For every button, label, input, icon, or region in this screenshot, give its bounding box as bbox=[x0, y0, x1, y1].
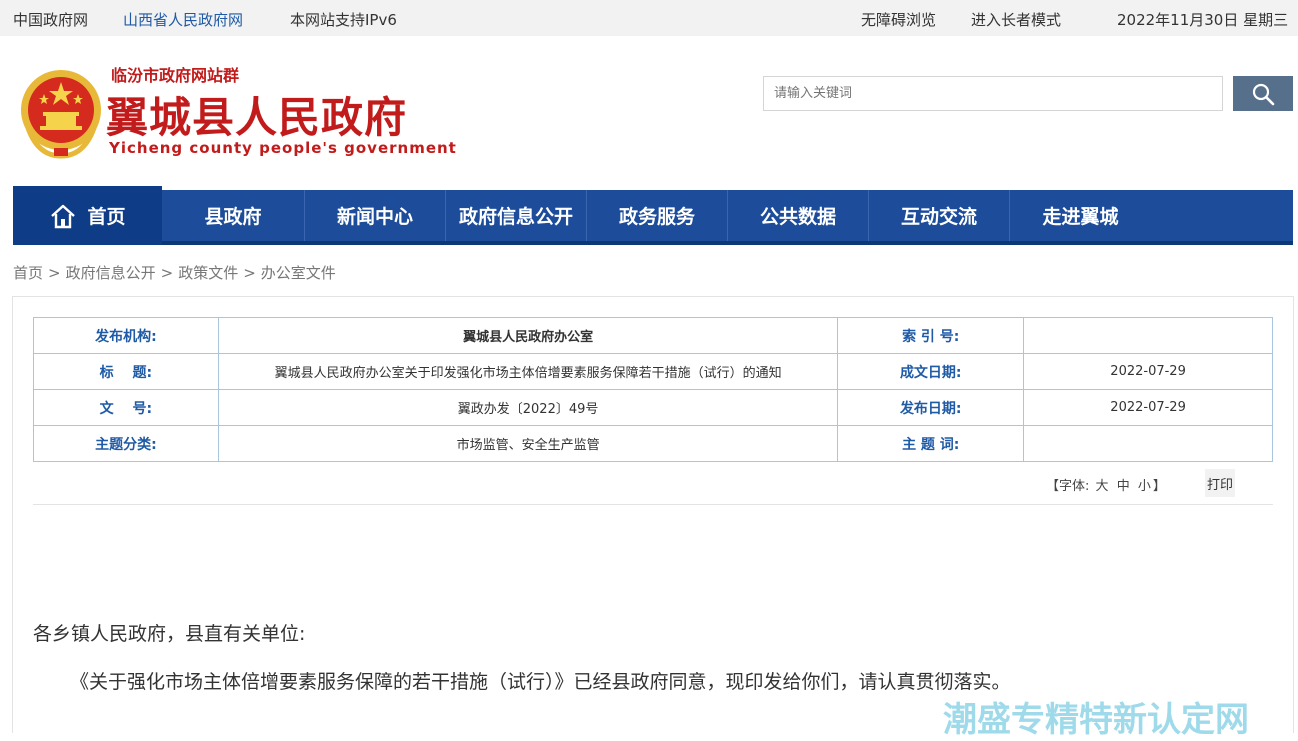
font-size-large[interactable]: 大 bbox=[1096, 479, 1109, 494]
font-size-medium[interactable]: 中 bbox=[1117, 479, 1130, 494]
table-row: 发布机构: 翼城县人民政府办公室 索 引 号: bbox=[33, 317, 1273, 354]
keywords-label: 主 题 词: bbox=[837, 425, 1025, 462]
table-row: 主题分类: 市场监管、安全生产监管 主 题 词: bbox=[33, 425, 1273, 462]
link-shanxi-gov[interactable]: 山西省人民政府网 bbox=[123, 9, 243, 30]
article-paragraph: 《关于强化市场主体倍增要素服务保障的若干措施（试行）》已经县政府同意，现印发给你… bbox=[70, 671, 1011, 693]
site-title[interactable]: 翼城县人民政府 bbox=[106, 84, 407, 145]
nav-home-label: 首页 bbox=[87, 206, 126, 228]
main-nav: 首页 县政府 新闻中心 政府信息公开 政务服务 公共数据 互动交流 走进翼城 bbox=[13, 186, 1293, 245]
site-title-english: Yicheng county people's government bbox=[109, 139, 457, 157]
written-date-label: 成文日期: bbox=[837, 353, 1025, 390]
index-label: 索 引 号: bbox=[837, 317, 1025, 354]
index-value bbox=[1023, 317, 1273, 354]
nav-item-news[interactable]: 新闻中心 bbox=[305, 190, 446, 241]
keywords-value bbox=[1023, 425, 1273, 462]
top-bar: 中国政府网 山西省人民政府网 本网站支持IPv6 无障碍浏览 进入长者模式 20… bbox=[0, 0, 1298, 36]
written-date-value: 2022-07-29 bbox=[1023, 353, 1273, 390]
document-meta-table: 发布机构: 翼城县人民政府办公室 索 引 号: 标 题: 翼城县人民政府办公室关… bbox=[33, 317, 1273, 462]
nav-item-about-yicheng[interactable]: 走进翼城 bbox=[1010, 190, 1151, 241]
publisher-label: 发布机构: bbox=[33, 317, 219, 354]
search-icon bbox=[1252, 83, 1275, 105]
category-value: 市场监管、安全生产监管 bbox=[217, 425, 839, 462]
breadcrumb: 首页 > 政府信息公开 > 政策文件 > 办公室文件 bbox=[13, 264, 336, 282]
home-icon bbox=[51, 204, 76, 228]
accessibility-link[interactable]: 无障碍浏览 bbox=[861, 9, 936, 30]
search-button[interactable] bbox=[1233, 76, 1293, 111]
nav-item-info-disclosure[interactable]: 政府信息公开 bbox=[446, 190, 587, 241]
title-value: 翼城县人民政府办公室关于印发强化市场主体倍增要素服务保障若干措施（试行）的通知 bbox=[217, 353, 839, 390]
breadcrumb-policy-docs[interactable]: 政策文件 bbox=[178, 264, 238, 282]
title-label: 标 题: bbox=[33, 353, 219, 390]
nav-item-gov-services[interactable]: 政务服务 bbox=[587, 190, 728, 241]
breadcrumb-home[interactable]: 首页 bbox=[13, 264, 43, 282]
breadcrumb-office-docs[interactable]: 办公室文件 bbox=[261, 264, 336, 282]
divider bbox=[33, 504, 1273, 505]
nav-item-public-data[interactable]: 公共数据 bbox=[728, 190, 869, 241]
watermark-text: 潮盛专精特新认定网 bbox=[943, 700, 1249, 740]
breadcrumb-info-disclosure[interactable]: 政府信息公开 bbox=[66, 264, 156, 282]
print-button[interactable]: 打印 bbox=[1205, 469, 1235, 497]
nav-item-county-gov[interactable]: 县政府 bbox=[162, 190, 305, 241]
nav-item-interaction[interactable]: 互动交流 bbox=[869, 190, 1010, 241]
publish-date-value: 2022-07-29 bbox=[1023, 389, 1273, 426]
ipv6-notice: 本网站支持IPv6 bbox=[290, 11, 397, 29]
article-salutation: 各乡镇人民政府，县直有关单位: bbox=[33, 623, 306, 645]
publish-date-label: 发布日期: bbox=[837, 389, 1025, 426]
font-size-small[interactable]: 小 bbox=[1138, 479, 1151, 494]
national-emblem-icon bbox=[18, 68, 104, 160]
link-china-gov[interactable]: 中国政府网 bbox=[13, 9, 88, 30]
elder-mode-link[interactable]: 进入长者模式 bbox=[971, 9, 1061, 30]
publisher-value: 翼城县人民政府办公室 bbox=[217, 317, 839, 354]
category-label: 主题分类: bbox=[33, 425, 219, 462]
doc-number-value: 翼政办发〔2022〕49号 bbox=[217, 389, 839, 426]
table-row: 文 号: 翼政办发〔2022〕49号 发布日期: 2022-07-29 bbox=[33, 389, 1273, 426]
search-input[interactable] bbox=[763, 76, 1223, 111]
current-date: 2022年11月30日 星期三 bbox=[1117, 11, 1289, 29]
font-size-selector: 【字体: 大 中 小】 bbox=[1046, 479, 1166, 494]
site-group-label: 临汾市政府网站群 bbox=[111, 66, 240, 85]
doc-number-label: 文 号: bbox=[33, 389, 219, 426]
table-row: 标 题: 翼城县人民政府办公室关于印发强化市场主体倍增要素服务保障若干措施（试行… bbox=[33, 353, 1273, 390]
nav-home[interactable]: 首页 bbox=[13, 186, 162, 245]
